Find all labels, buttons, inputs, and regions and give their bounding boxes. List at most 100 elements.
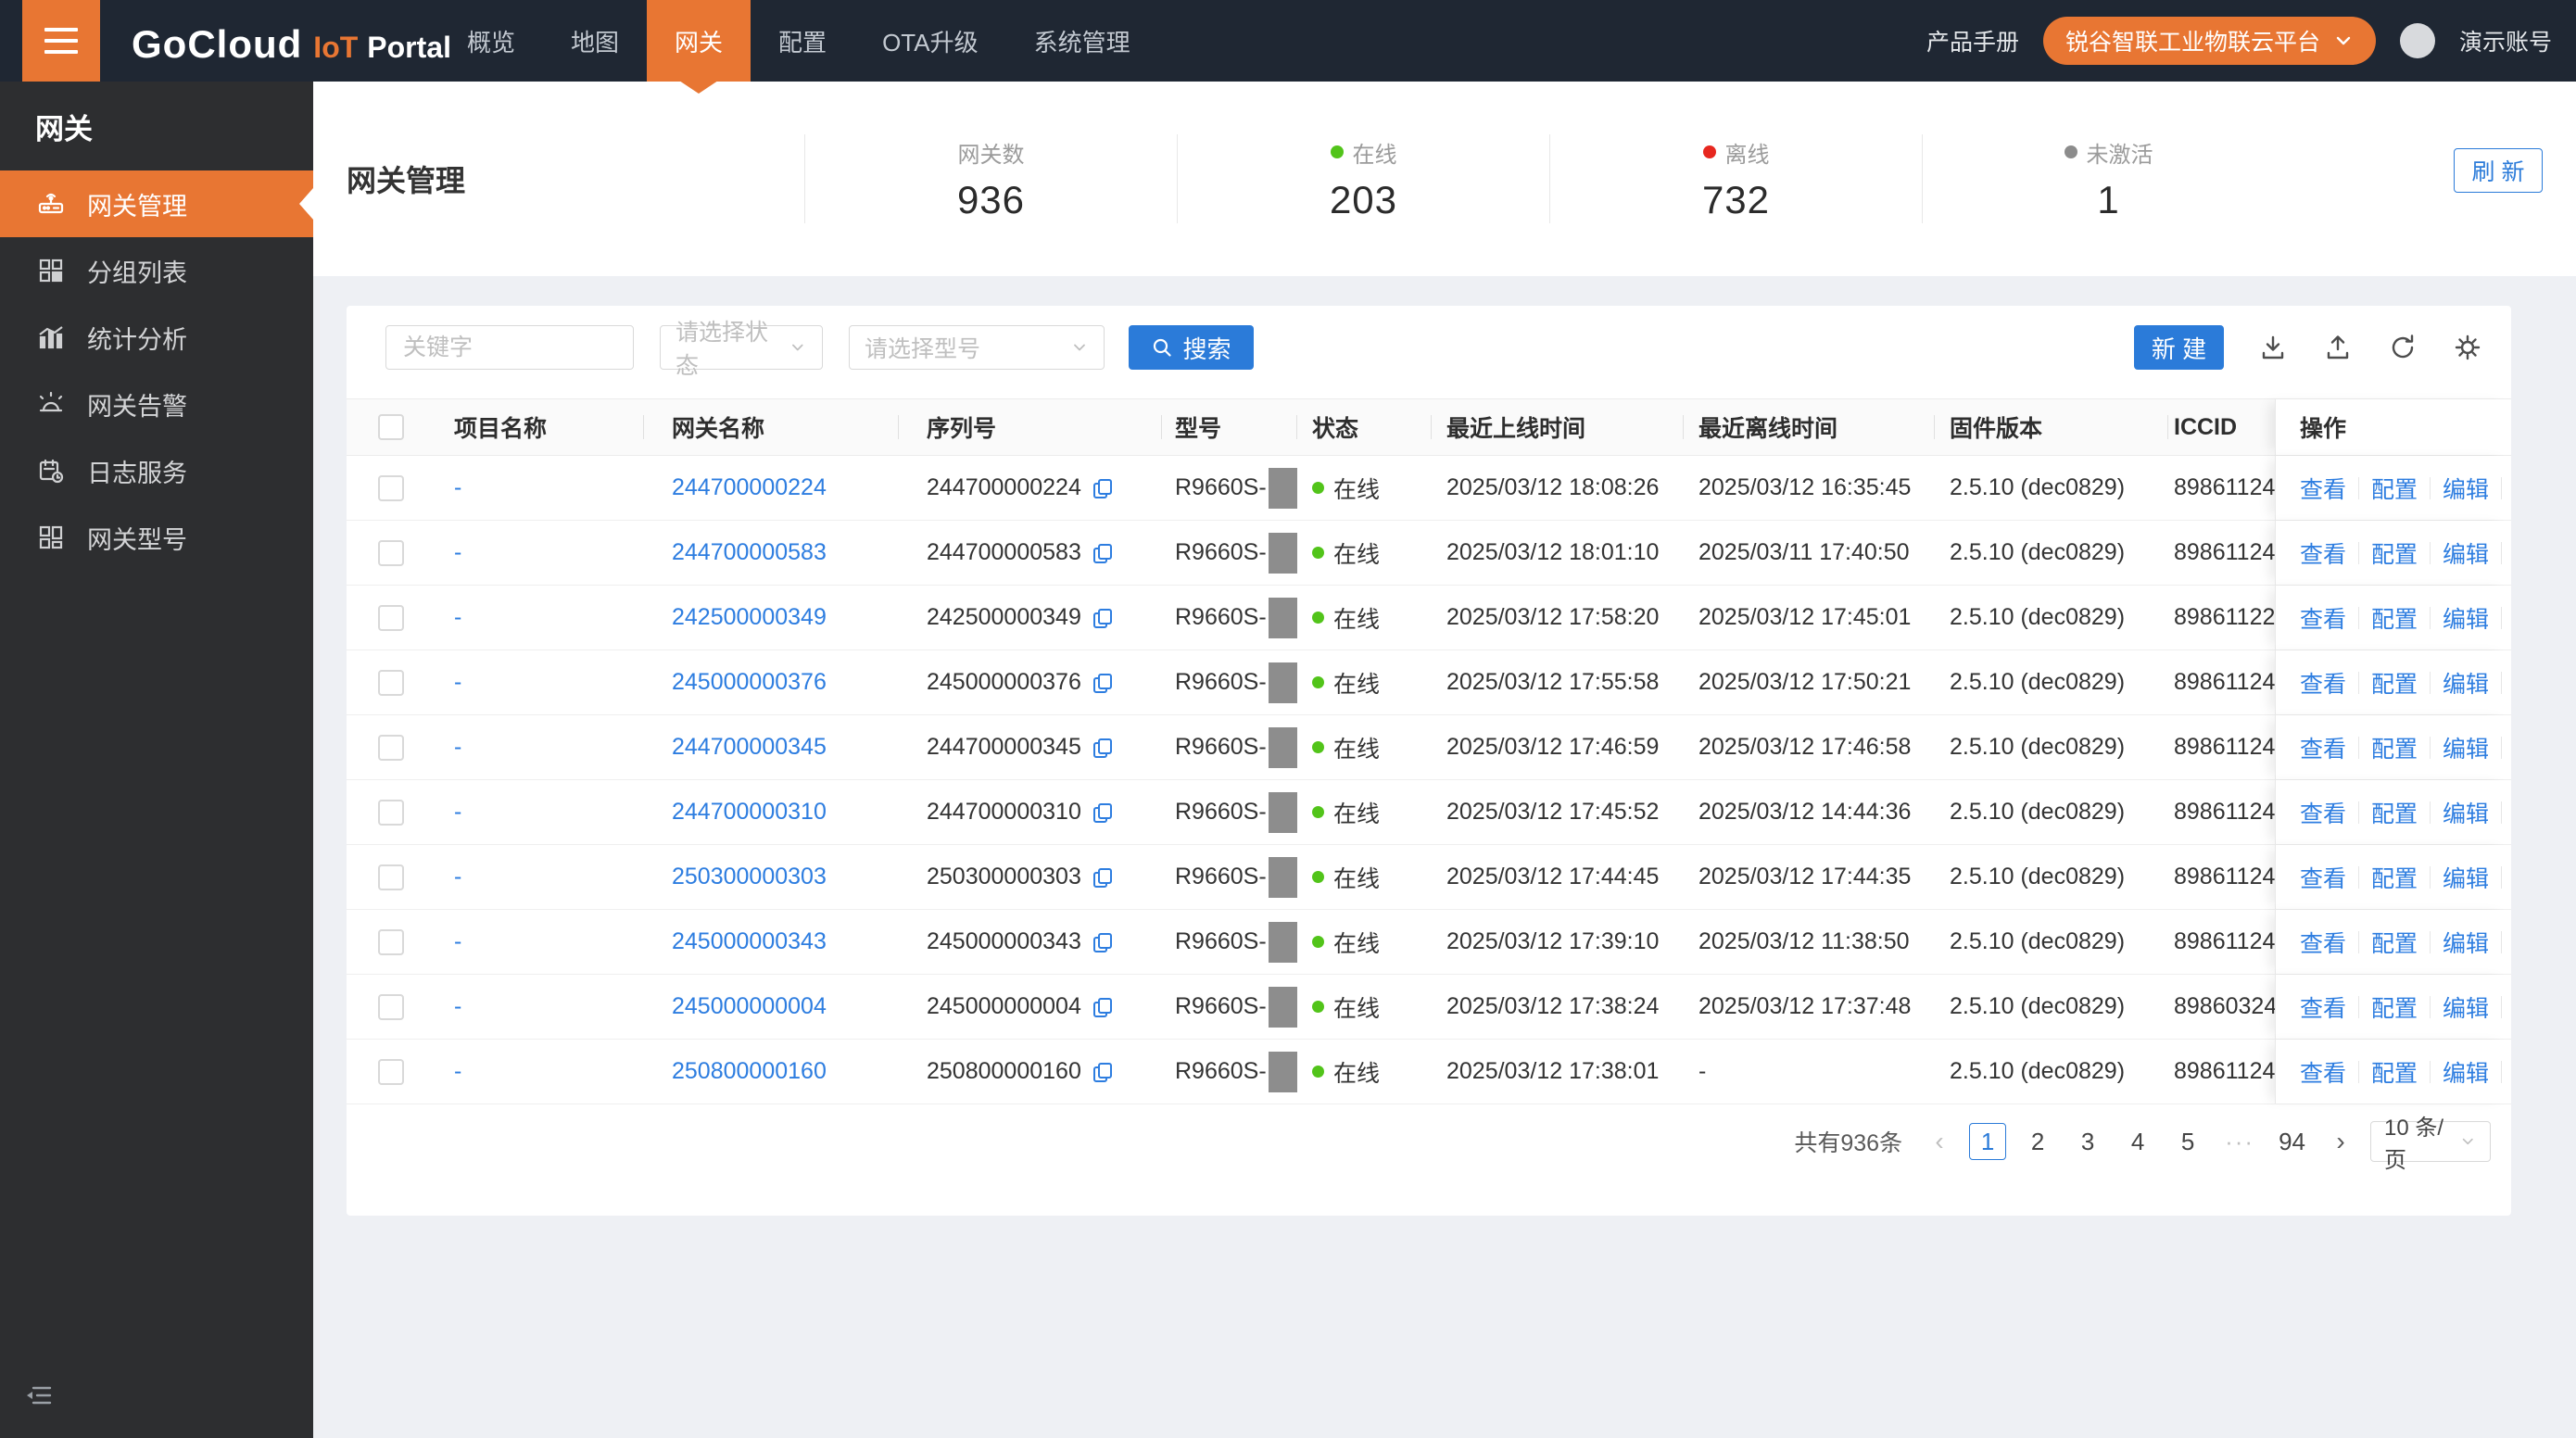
- copy-icon[interactable]: [1091, 736, 1115, 760]
- page-number[interactable]: ···: [2219, 1123, 2260, 1160]
- create-button[interactable]: 新 建: [2134, 325, 2224, 370]
- sidebar-item-gateway-alarm[interactable]: 网关告警: [0, 371, 313, 437]
- copy-icon[interactable]: [1091, 1060, 1115, 1084]
- config-action-link[interactable]: 配置: [2371, 861, 2418, 894]
- hamburger-menu-icon[interactable]: [22, 0, 100, 82]
- page-number[interactable]: 5: [2169, 1123, 2206, 1160]
- tab-ota-upgrade[interactable]: OTA升级: [854, 0, 1006, 82]
- row-checkbox[interactable]: [378, 799, 404, 826]
- gateway-name-link[interactable]: 245000000343: [672, 928, 827, 955]
- upload-icon[interactable]: [2322, 332, 2354, 363]
- gateway-name-link[interactable]: 242500000349: [672, 604, 827, 631]
- tab-gateway[interactable]: 网关: [647, 0, 751, 94]
- page-size-select[interactable]: 10 条/页: [2370, 1116, 2491, 1173]
- prev-page-arrow[interactable]: ‹: [1923, 1123, 1956, 1160]
- gateway-name-link[interactable]: 250800000160: [672, 1058, 827, 1085]
- page-number[interactable]: 1: [1969, 1123, 2007, 1160]
- edit-action-link[interactable]: 编辑: [2443, 666, 2489, 700]
- user-avatar[interactable]: [2399, 23, 2435, 58]
- row-checkbox[interactable]: [378, 993, 404, 1020]
- page-number[interactable]: 3: [2069, 1123, 2106, 1160]
- product-manual-link[interactable]: 产品手册: [1926, 24, 2019, 57]
- edit-action-link[interactable]: 编辑: [2443, 1055, 2489, 1089]
- row-checkbox[interactable]: [378, 864, 404, 890]
- gateway-name-link[interactable]: 244700000583: [672, 539, 827, 566]
- gateway-name-link[interactable]: 244700000345: [672, 734, 827, 761]
- edit-action-link[interactable]: 编辑: [2443, 861, 2489, 894]
- edit-action-link[interactable]: 编辑: [2443, 796, 2489, 829]
- view-action-link[interactable]: 查看: [2300, 536, 2346, 570]
- gear-icon[interactable]: [2452, 332, 2483, 363]
- config-action-link[interactable]: 配置: [2371, 472, 2418, 505]
- tab-config[interactable]: 配置: [751, 0, 854, 82]
- platform-select-button[interactable]: 锐谷智联工业物联云平台: [2042, 17, 2376, 65]
- view-action-link[interactable]: 查看: [2300, 796, 2346, 829]
- online-status-dot: [1312, 806, 1324, 818]
- row-checkbox[interactable]: [378, 928, 404, 955]
- edit-action-link[interactable]: 编辑: [2443, 601, 2489, 635]
- collapse-sidebar-icon[interactable]: [20, 1377, 57, 1414]
- view-action-link[interactable]: 查看: [2300, 731, 2346, 764]
- row-checkbox[interactable]: [378, 539, 404, 566]
- copy-icon[interactable]: [1091, 995, 1115, 1019]
- edit-action-link[interactable]: 编辑: [2443, 731, 2489, 764]
- model-select[interactable]: 请选择型号: [849, 325, 1105, 370]
- account-name[interactable]: 演示账号: [2459, 24, 2552, 57]
- keyword-input[interactable]: [385, 325, 634, 370]
- view-action-link[interactable]: 查看: [2300, 1055, 2346, 1089]
- config-action-link[interactable]: 配置: [2371, 1055, 2418, 1089]
- view-action-link[interactable]: 查看: [2300, 861, 2346, 894]
- search-button[interactable]: 搜索: [1129, 325, 1254, 370]
- config-action-link[interactable]: 配置: [2371, 666, 2418, 700]
- sidebar-item-gateway-management[interactable]: 网关管理: [0, 170, 313, 237]
- next-page-arrow[interactable]: ›: [2324, 1123, 2357, 1160]
- tab-map[interactable]: 地图: [543, 0, 647, 82]
- page-number[interactable]: 4: [2119, 1123, 2156, 1160]
- copy-icon[interactable]: [1091, 476, 1115, 500]
- view-action-link[interactable]: 查看: [2300, 990, 2346, 1024]
- edit-action-link[interactable]: 编辑: [2443, 926, 2489, 959]
- row-checkbox[interactable]: [378, 474, 404, 501]
- select-all-checkbox[interactable]: [378, 414, 404, 440]
- view-action-link[interactable]: 查看: [2300, 666, 2346, 700]
- row-checkbox[interactable]: [378, 669, 404, 696]
- copy-icon[interactable]: [1091, 541, 1115, 565]
- config-action-link[interactable]: 配置: [2371, 731, 2418, 764]
- copy-icon[interactable]: [1091, 606, 1115, 630]
- tab-overview[interactable]: 概览: [439, 0, 543, 82]
- refresh-button[interactable]: 刷 新: [2454, 148, 2543, 193]
- gateway-name-link[interactable]: 250300000303: [672, 864, 827, 890]
- gateway-name-link[interactable]: 244700000224: [672, 474, 827, 501]
- view-action-link[interactable]: 查看: [2300, 601, 2346, 635]
- config-action-link[interactable]: 配置: [2371, 926, 2418, 959]
- view-action-link[interactable]: 查看: [2300, 926, 2346, 959]
- page-number[interactable]: 2: [2019, 1123, 2056, 1160]
- sidebar-item-log-service[interactable]: 日志服务: [0, 437, 313, 504]
- view-action-link[interactable]: 查看: [2300, 472, 2346, 505]
- copy-icon[interactable]: [1091, 801, 1115, 825]
- status-select[interactable]: 请选择状态: [660, 320, 823, 379]
- page-number[interactable]: 94: [2273, 1123, 2311, 1160]
- edit-action-link[interactable]: 编辑: [2443, 990, 2489, 1024]
- gateway-name-link[interactable]: 245000000376: [672, 669, 827, 696]
- gateway-name-link[interactable]: 245000000004: [672, 993, 827, 1020]
- gateway-name-link[interactable]: 244700000310: [672, 799, 827, 826]
- config-action-link[interactable]: 配置: [2371, 796, 2418, 829]
- config-action-link[interactable]: 配置: [2371, 601, 2418, 635]
- row-checkbox[interactable]: [378, 604, 404, 631]
- reload-icon[interactable]: [2387, 332, 2418, 363]
- sidebar-item-gateway-model[interactable]: 网关型号: [0, 504, 313, 571]
- row-checkbox[interactable]: [378, 1058, 404, 1085]
- sidebar-item-group-list[interactable]: 分组列表: [0, 237, 313, 304]
- tab-system-admin[interactable]: 系统管理: [1006, 0, 1158, 82]
- sidebar-item-statistics[interactable]: 统计分析: [0, 304, 313, 371]
- row-checkbox[interactable]: [378, 734, 404, 761]
- config-action-link[interactable]: 配置: [2371, 990, 2418, 1024]
- copy-icon[interactable]: [1091, 671, 1115, 695]
- copy-icon[interactable]: [1091, 930, 1115, 954]
- copy-icon[interactable]: [1091, 865, 1115, 889]
- download-icon[interactable]: [2257, 332, 2289, 363]
- edit-action-link[interactable]: 编辑: [2443, 536, 2489, 570]
- config-action-link[interactable]: 配置: [2371, 536, 2418, 570]
- edit-action-link[interactable]: 编辑: [2443, 472, 2489, 505]
